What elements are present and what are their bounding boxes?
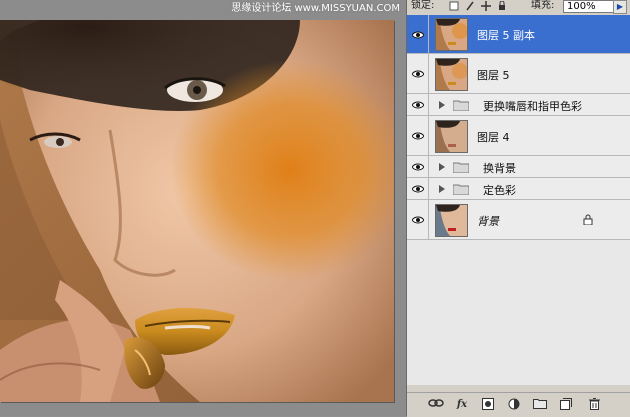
layer-list: 图层 5 副本 图层 5 更换嘴唇和指甲色彩 图层 4 换背景 定色彩 背景 <box>407 15 630 385</box>
layer-thumbnail <box>435 120 468 153</box>
folder-icon <box>453 162 469 173</box>
visibility-eye-icon[interactable] <box>407 94 429 115</box>
folder-icon[interactable] <box>531 398 549 412</box>
layer-name[interactable]: 图层 5 副本 <box>477 27 535 43</box>
link-icon[interactable] <box>427 398 445 412</box>
layer-group-fix-color[interactable]: 定色彩 <box>407 178 630 200</box>
folder-icon <box>453 184 469 195</box>
layer-row-layer5-copy[interactable]: 图层 5 副本 <box>407 15 630 54</box>
lock-move-icon[interactable] <box>481 1 491 11</box>
lock-label: 锁定: <box>411 0 435 11</box>
layers-panel-header: 锁定: 填充: 100% ▶ <box>407 0 630 14</box>
layers-panel-footer: fx <box>407 392 630 417</box>
folder-icon <box>453 100 469 111</box>
adjustment-icon[interactable] <box>505 398 523 412</box>
expand-arrow-icon[interactable] <box>439 163 445 171</box>
layer-group-lip-nail-color[interactable]: 更换嘴唇和指甲色彩 <box>407 94 630 116</box>
fill-label: 填充: <box>531 0 555 11</box>
expand-arrow-icon[interactable] <box>439 185 445 193</box>
visibility-eye-icon[interactable] <box>407 178 429 199</box>
layer-name[interactable]: 定色彩 <box>483 182 516 198</box>
document-canvas[interactable]: 思缘设计论坛 www.MISSYUAN.COM <box>0 0 406 416</box>
visibility-eye-icon[interactable] <box>407 116 429 155</box>
lock-all-icon[interactable] <box>497 1 507 11</box>
layer-name[interactable]: 背景 <box>477 213 499 229</box>
layer-thumbnail <box>435 18 468 51</box>
layer-lock-icon <box>583 214 593 225</box>
watermark-text: 思缘设计论坛 www.MISSYUAN.COM <box>231 3 400 14</box>
layer-name[interactable]: 图层 5 <box>477 67 510 83</box>
layer-name[interactable]: 更换嘴唇和指甲色彩 <box>483 98 582 114</box>
layer-name[interactable]: 换背景 <box>483 160 516 176</box>
portrait-image[interactable] <box>0 20 394 402</box>
fill-slider-arrow-icon[interactable]: ▶ <box>613 0 627 14</box>
layer-thumbnail <box>435 204 468 237</box>
layer-row-layer4[interactable]: 图层 4 <box>407 116 630 156</box>
visibility-eye-icon[interactable] <box>407 156 429 177</box>
lock-transparency-icon[interactable] <box>449 1 459 11</box>
visibility-eye-icon[interactable] <box>407 15 429 53</box>
layer-row-background[interactable]: 背景 <box>407 200 630 240</box>
expand-arrow-icon[interactable] <box>439 101 445 109</box>
layers-panel: 锁定: 填充: 100% ▶ 图层 5 副本 图层 5 更换嘴唇和指甲色彩 图层… <box>406 0 630 417</box>
trash-icon[interactable] <box>585 398 603 412</box>
layer-thumbnail <box>435 58 468 91</box>
fill-opacity-input[interactable]: 100% <box>563 0 614 13</box>
fx-icon[interactable]: fx <box>453 398 471 412</box>
mask-icon[interactable] <box>479 398 497 412</box>
lock-paint-icon[interactable] <box>465 1 475 11</box>
visibility-eye-icon[interactable] <box>407 54 429 93</box>
visibility-eye-icon[interactable] <box>407 200 429 239</box>
layer-row-layer5[interactable]: 图层 5 <box>407 54 630 94</box>
portrait-illustration <box>0 20 394 402</box>
layer-name[interactable]: 图层 4 <box>477 129 510 145</box>
layer-group-change-background[interactable]: 换背景 <box>407 156 630 178</box>
new-layer-icon[interactable] <box>557 398 575 412</box>
